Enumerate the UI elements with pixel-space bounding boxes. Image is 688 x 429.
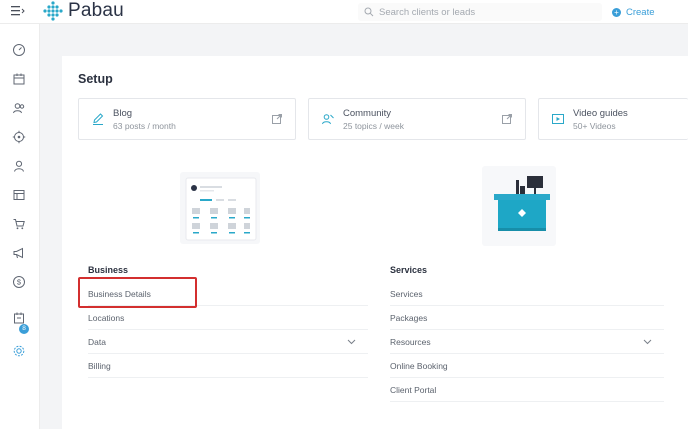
menu-icon[interactable] [11, 4, 25, 16]
setup-link-data[interactable]: Data [88, 330, 368, 354]
sidebar: $ 8 [0, 24, 40, 429]
business-section-title: Business [88, 265, 129, 275]
setup-link-label: Billing [88, 361, 111, 371]
setup-link-label: Online Booking [390, 361, 448, 371]
plus-icon: + [612, 7, 621, 17]
community-card[interactable]: Community 25 topics / week [308, 98, 526, 140]
svg-text:$: $ [17, 278, 22, 287]
setup-link-locations[interactable]: Locations [88, 306, 368, 330]
services-illustration [482, 166, 556, 246]
top-bar: Pabau + Create [0, 0, 688, 24]
community-icon [322, 114, 334, 125]
logo[interactable]: Pabau [42, 0, 124, 22]
external-link-icon[interactable] [271, 113, 283, 125]
setup-link-billing[interactable]: Billing [88, 354, 368, 378]
search-bar[interactable] [358, 3, 602, 21]
video-guides-card-title: Video guides [573, 108, 628, 119]
blog-card-title: Blog [113, 108, 133, 119]
blog-card[interactable]: Blog 63 posts / month [78, 98, 296, 140]
setup-link-label: Data [88, 337, 106, 347]
search-icon [364, 7, 374, 17]
leads-icon[interactable] [12, 130, 26, 144]
dollar-icon[interactable]: $ [12, 275, 26, 289]
setup-link-client-portal[interactable]: Client Portal [390, 378, 664, 402]
cart-icon[interactable] [12, 217, 26, 231]
notification-badge: 8 [19, 324, 29, 334]
search-input[interactable] [379, 6, 599, 18]
setup-link-online-booking[interactable]: Online Booking [390, 354, 664, 378]
dashboard-icon[interactable] [12, 43, 26, 57]
highlight-box [78, 277, 197, 308]
video-guides-card-subtitle: 50+ Videos [573, 121, 616, 131]
business-illustration [180, 172, 260, 244]
create-label: Create [626, 6, 655, 18]
catalog-icon[interactable] [12, 188, 26, 202]
chevron-down-icon[interactable] [347, 337, 356, 346]
video-guides-card[interactable]: Video guides 50+ Videos [538, 98, 688, 140]
calendar-icon[interactable] [12, 72, 26, 86]
external-link-icon[interactable] [501, 113, 513, 125]
setup-link-label: Client Portal [390, 385, 437, 395]
community-card-subtitle: 25 topics / week [343, 121, 404, 131]
community-card-title: Community [343, 108, 392, 119]
chevron-down-icon[interactable] [643, 337, 652, 346]
pencil-icon [93, 113, 104, 125]
setup-link-label: Resources [390, 337, 431, 347]
setup-link-resources[interactable]: Resources [390, 330, 664, 354]
video-icon [552, 114, 564, 124]
setup-link-services[interactable]: Services [390, 282, 664, 306]
create-button[interactable]: + Create [612, 5, 655, 19]
setup-link-label: Locations [88, 313, 125, 323]
setup-link-label: Packages [390, 313, 428, 323]
megaphone-icon[interactable] [12, 246, 26, 260]
user-icon[interactable] [12, 159, 26, 173]
page-title: Setup [78, 72, 113, 86]
clients-icon[interactable] [12, 101, 26, 115]
blog-card-subtitle: 63 posts / month [113, 121, 176, 131]
setup-panel: Setup Blog 63 posts / month Community 25… [62, 56, 688, 429]
logo-text: Pabau [68, 0, 124, 21]
services-section-title: Services [390, 265, 428, 275]
setup-link-packages[interactable]: Packages [390, 306, 664, 330]
gear-icon[interactable] [12, 344, 26, 358]
tasks-icon[interactable] [12, 311, 26, 325]
logo-mark-icon [43, 1, 63, 21]
setup-link-label: Services [390, 289, 423, 299]
